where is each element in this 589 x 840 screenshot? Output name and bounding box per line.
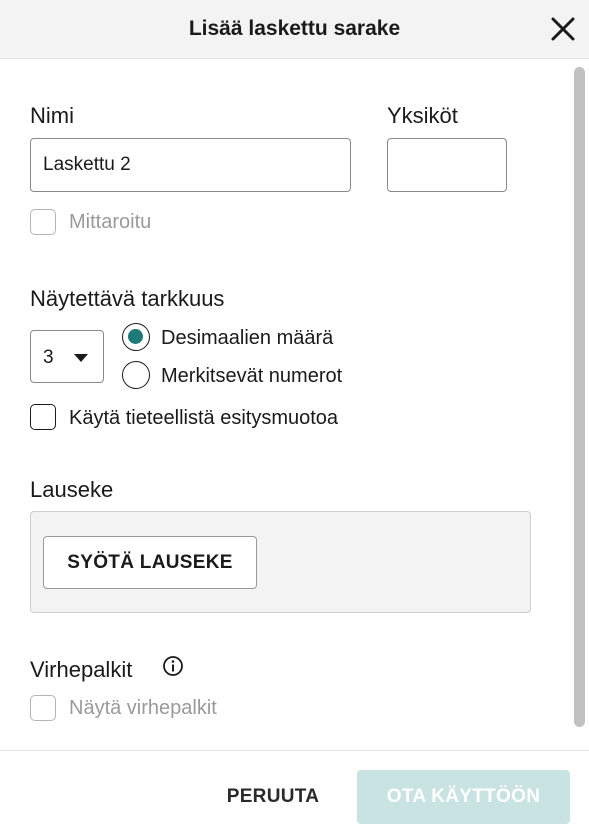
expression-label: Lauseke (30, 477, 114, 502)
precision-label: Näytettävä tarkkuus (30, 286, 225, 311)
close-icon (551, 17, 575, 41)
precision-select[interactable]: 3 (30, 330, 104, 383)
precision-select-value: 3 (43, 347, 54, 368)
close-button[interactable] (548, 14, 578, 44)
show-error-bars-label: Näytä virhepalkit (69, 697, 217, 719)
enter-expression-button[interactable]: SYÖTÄ LAUSEKE (43, 536, 257, 589)
dialog-footer: PERUUTA OTA KÄYTTÖÖN (0, 750, 589, 840)
measured-checkbox[interactable] (30, 209, 56, 235)
name-input[interactable] (30, 138, 351, 192)
radio-significant-figures-label: Merkitsevät numerot (161, 365, 343, 387)
apply-button[interactable]: OTA KÄYTTÖÖN (357, 770, 570, 824)
radio-significant-figures[interactable] (122, 361, 150, 389)
show-error-bars-checkbox[interactable] (30, 695, 56, 721)
cancel-button[interactable]: PERUUTA (208, 770, 338, 824)
caret-down-icon (74, 354, 88, 362)
measured-checkbox-label: Mittaroitu (69, 211, 152, 233)
expression-box: SYÖTÄ LAUSEKE (30, 511, 531, 613)
radio-selected-dot (128, 329, 143, 344)
dialog-header: Lisää laskettu sarake (0, 0, 589, 59)
scrollbar-thumb[interactable] (574, 67, 585, 727)
name-label: Nimi (30, 103, 74, 128)
scientific-notation-label: Käytä tieteellistä esitysmuotoa (69, 407, 339, 429)
units-label: Yksiköt (387, 103, 458, 128)
scientific-notation-checkbox[interactable] (30, 404, 56, 430)
info-icon[interactable] (162, 655, 184, 677)
radio-decimal-places-label: Desimaalien määrä (161, 327, 334, 349)
units-input[interactable] (387, 138, 507, 192)
error-bars-label: Virhepalkit (30, 657, 133, 682)
radio-decimal-places[interactable] (122, 323, 150, 351)
dialog-title: Lisää laskettu sarake (188, 17, 401, 40)
